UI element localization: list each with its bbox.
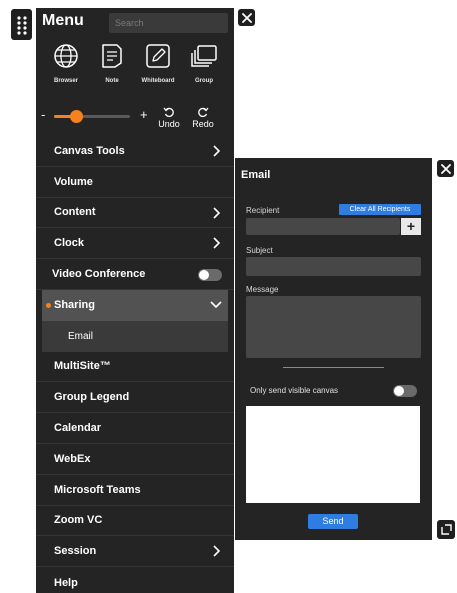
whiteboard-tool-label: Whiteboard [141, 78, 175, 84]
chevron-right-icon [213, 237, 220, 249]
send-button[interactable]: Send [308, 514, 358, 529]
menu-item-clock[interactable]: Clock [36, 228, 234, 260]
chevron-down-icon [210, 301, 222, 309]
video-conference-toggle[interactable] [198, 269, 222, 282]
chevron-right-icon [213, 545, 220, 557]
close-icon [440, 163, 451, 174]
redo-button[interactable]: Redo [190, 106, 216, 129]
undo-icon [156, 106, 182, 118]
menu-item-content[interactable]: Content [36, 198, 234, 229]
menu-item-zoom-vc[interactable]: Zoom VC [36, 506, 234, 537]
whiteboard-tool-button[interactable]: Whiteboard [138, 42, 178, 92]
email-expand-button[interactable] [437, 520, 455, 539]
menu-item-multisite[interactable]: MultiSite™ [36, 352, 234, 383]
menu-item-label: Email [68, 330, 94, 342]
drag-handle[interactable] [11, 9, 32, 40]
canvas-preview [246, 406, 420, 503]
message-field[interactable] [246, 296, 421, 358]
menu-item-video-conference[interactable]: Video Conference [36, 259, 234, 290]
menu-item-label: Content [54, 206, 96, 219]
zoom-plus[interactable]: + [140, 107, 148, 122]
menu-list: Canvas Tools Volume Content Clock Video … [36, 136, 234, 593]
browser-tool-label: Browser [53, 78, 78, 84]
add-recipient-button[interactable]: + [401, 218, 421, 235]
redo-label: Redo [192, 119, 214, 129]
expand-icon [440, 524, 452, 535]
whiteboard-icon [144, 42, 172, 70]
subject-label: Subject [246, 246, 273, 255]
menu-item-label: Calendar [54, 422, 102, 435]
visible-canvas-label: Only send visible canvas [250, 386, 339, 395]
menu-item-label: Help [54, 576, 78, 589]
note-icon [98, 42, 126, 70]
group-tool-label: Group [195, 78, 213, 84]
zoom-slider-row: - + Undo Redo [36, 100, 234, 136]
email-close-button[interactable] [437, 160, 454, 177]
zoom-slider-track[interactable] [54, 115, 130, 118]
menu-item-label: Group Legend [54, 391, 130, 404]
menu-item-microsoft-teams[interactable]: Microsoft Teams [36, 475, 234, 506]
search-input[interactable]: Search [109, 13, 228, 33]
menu-item-session[interactable]: Session [36, 536, 234, 568]
menu-item-webex[interactable]: WebEx [36, 444, 234, 475]
menu-subitem-email[interactable]: Email [42, 320, 228, 352]
menu-item-label: Microsoft Teams [54, 483, 141, 496]
menu-item-help[interactable]: Help [36, 567, 234, 593]
note-tool-button[interactable]: Note [92, 42, 132, 92]
recipient-label: Recipient [246, 206, 280, 215]
menu-item-volume[interactable]: Volume [36, 167, 234, 198]
zoom-minus[interactable]: - [41, 107, 45, 122]
menu-item-label: Video Conference [52, 268, 146, 281]
menu-close-button[interactable] [238, 9, 255, 26]
chevron-right-icon [213, 145, 220, 157]
menu-panel: Menu Search Browser Note Whiteboard Grou… [36, 8, 234, 593]
menu-item-canvas-tools[interactable]: Canvas Tools [36, 136, 234, 167]
active-dot-icon [46, 302, 51, 308]
message-label: Message [246, 285, 279, 294]
email-panel-title: Email [241, 169, 271, 181]
menu-item-label: WebEx [54, 452, 91, 465]
recipient-field[interactable] [246, 218, 400, 235]
redo-icon [190, 106, 216, 118]
chevron-right-icon [213, 207, 220, 219]
undo-button[interactable]: Undo [156, 106, 182, 129]
undo-label: Undo [158, 119, 180, 129]
menu-item-label: Session [54, 545, 97, 558]
menu-item-label: Volume [54, 175, 93, 188]
clear-all-recipients-button[interactable]: Clear All Recipients [339, 204, 421, 215]
tool-row: Browser Note Whiteboard Group [36, 42, 234, 92]
zoom-slider-thumb[interactable] [70, 110, 84, 123]
menu-item-label: MultiSite™ [54, 360, 111, 373]
menu-item-label: Canvas Tools [54, 144, 125, 157]
browser-tool-button[interactable]: Browser [46, 42, 86, 92]
menu-item-label: Clock [54, 237, 84, 250]
divider [283, 367, 384, 368]
email-panel: Email Recipient Clear All Recipients + S… [235, 158, 432, 540]
subject-field[interactable] [246, 257, 421, 276]
group-tool-button[interactable]: Group [184, 42, 224, 92]
close-icon [241, 12, 252, 23]
grip-dots-icon [16, 15, 27, 35]
menu-item-group-legend[interactable]: Group Legend [36, 382, 234, 414]
visible-canvas-toggle[interactable] [393, 385, 417, 397]
menu-item-sharing[interactable]: Sharing [42, 289, 228, 321]
menu-title: Menu [42, 12, 84, 29]
menu-item-calendar[interactable]: Calendar [36, 413, 234, 444]
menu-item-label: Zoom VC [54, 514, 103, 527]
group-icon [190, 42, 218, 70]
globe-icon [52, 42, 80, 70]
menu-item-label: Sharing [54, 299, 95, 312]
note-tool-label: Note [105, 78, 119, 84]
